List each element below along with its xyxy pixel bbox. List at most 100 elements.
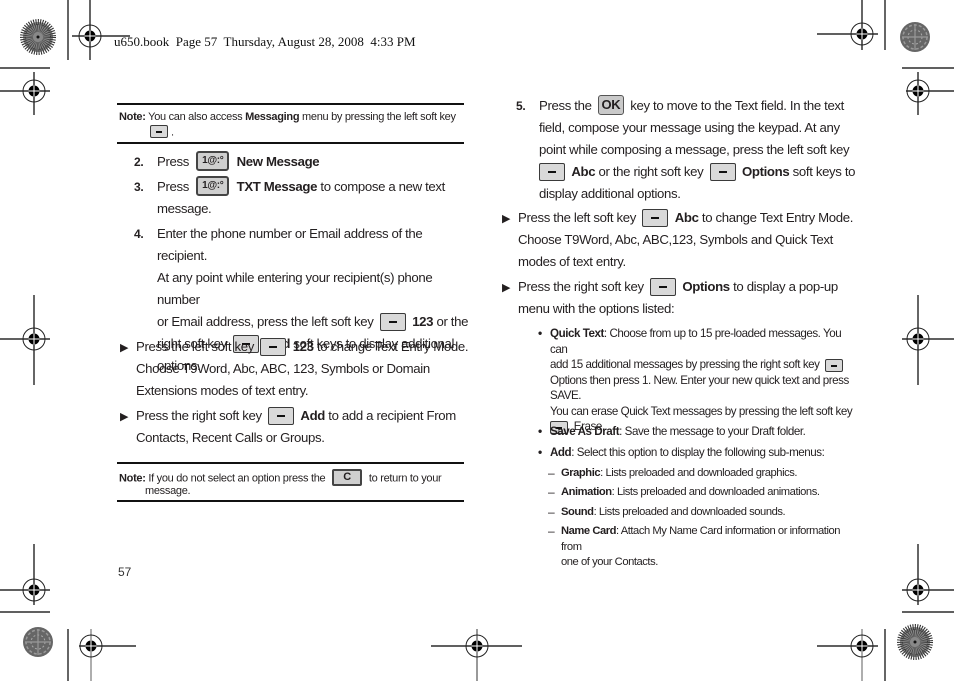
bullet-text: modes of text entry.: [518, 254, 626, 269]
option-add: • Add: Select this option to display the…: [538, 445, 858, 461]
bullet-text: to display a pop-up: [729, 279, 838, 294]
registration-mark-mid-right: [902, 295, 954, 385]
bullet-arrow-icon: ▶: [502, 282, 511, 294]
option-title: Quick Text: [550, 327, 604, 340]
bullet-text: Contacts, Recent Calls or Groups.: [136, 430, 325, 445]
step-text: key to move to the Text field. In the te…: [630, 98, 844, 113]
registration-mark-bottom-center: [431, 629, 522, 681]
option-text: : Save the message to your Draft folder.: [619, 425, 806, 438]
step-text: to compose a new text: [317, 179, 445, 194]
step-number: 4.: [134, 227, 144, 241]
option-title: Save As Draft: [550, 425, 620, 438]
right-soft-key-icon: [825, 359, 844, 373]
ok-key-icon: OK: [597, 94, 624, 115]
bullet-bold: Add: [300, 408, 325, 423]
dash-icon: –: [548, 485, 555, 499]
submenu-title: Name Card: [561, 525, 617, 537]
note-text: to return to your: [368, 472, 442, 485]
left-soft-key-icon: [260, 337, 287, 356]
submenu-text: one of your Contacts.: [561, 556, 658, 568]
step-number: 2.: [134, 155, 144, 169]
submenu-graphic: – Graphic: Lists preloaded and downloade…: [548, 466, 858, 482]
bullet-bold: 123: [292, 339, 314, 354]
bullet-left-soft-key-123: ▶ Press the left soft key 123 to change …: [120, 336, 470, 402]
option-title: Add: [550, 446, 572, 459]
page-slug-header: u650.book Page 57 Thursday, August 28, 2…: [114, 34, 416, 49]
option-text: Options then press 1. New. Enter your ne…: [550, 373, 849, 387]
right-soft-key-icon: [709, 162, 736, 181]
step-text: Enter the phone number or Email address …: [157, 226, 423, 263]
submenu-text: : Lists preloaded and downloaded graphic…: [600, 467, 798, 479]
note-text: menu by pressing the left soft key: [299, 111, 456, 123]
left-soft-key-icon: [539, 162, 565, 181]
submenu-name-card: – Name Card: Attach My Name Card informa…: [548, 524, 858, 571]
submenu-animation: – Animation: Lists preloaded and downloa…: [548, 485, 858, 501]
dash-icon: –: [548, 505, 555, 519]
key-1-icon: 1@:°: [196, 175, 230, 196]
bullet-arrow-icon: ▶: [120, 342, 129, 354]
bullet-text: Press the left soft key: [518, 210, 637, 225]
step-bold-txt-message: TXT Message: [236, 179, 318, 194]
bullet-bold: Abc: [674, 210, 699, 225]
note-text: You can also access: [148, 111, 246, 123]
bullet-dot-icon: •: [538, 326, 542, 340]
page-number: 57: [118, 565, 132, 579]
step-bold-123: 123: [412, 314, 434, 329]
step-text: At any point while entering your recipie…: [157, 270, 433, 307]
step-bold-abc: Abc: [571, 164, 596, 179]
step-text: soft keys to: [789, 164, 856, 179]
step-text: message.: [157, 201, 212, 216]
star-target-bottom-right: [897, 624, 933, 660]
star-target-bottom-left: [23, 627, 53, 657]
bullet-arrow-icon: ▶: [502, 213, 511, 225]
bullet-dot-icon: •: [538, 424, 542, 438]
left-soft-key-icon: [150, 124, 168, 138]
bullet-bold: Options: [682, 279, 730, 294]
step-text: Press: [157, 179, 189, 194]
bullet-text: Choose T9Word, Abc, ABC, 123, Symbols or…: [136, 361, 430, 376]
bullet-text: to change Text Entry Mode.: [698, 210, 854, 225]
step-text: display additional options.: [539, 186, 681, 201]
step-number: 3.: [134, 180, 144, 194]
registration-mark-right-lower: [902, 544, 954, 613]
bullet-text: menu with the options listed:: [518, 301, 675, 316]
key-1-icon: 1@:°: [196, 150, 230, 171]
submenu-text: : Lists preloaded and downloaded sounds.: [593, 506, 786, 518]
step-bold-new-message: New Message: [236, 154, 320, 169]
dash-icon: –: [548, 524, 555, 538]
step-text: Press the: [539, 98, 592, 113]
option-text: SAVE.: [550, 389, 582, 402]
step-3: 3. Press 1@:° TXT Message to compose a n…: [134, 175, 474, 220]
bullet-dot-icon: •: [538, 445, 542, 459]
note-bottom-rule-bottom: [117, 500, 464, 502]
dash-icon: –: [548, 466, 555, 480]
bullet-text: Choose T9Word, Abc, ABC,123, Symbols and…: [518, 232, 833, 247]
note-top-rule-bottom: [117, 142, 464, 144]
bullet-right-soft-key-options: ▶ Press the right soft key Options to di…: [502, 276, 857, 320]
step-text: or the right soft key: [595, 164, 704, 179]
right-soft-key-icon: [650, 277, 677, 296]
submenu-sound: – Sound: Lists preloaded and downloaded …: [548, 505, 858, 521]
submenu-title: Sound: [561, 506, 594, 518]
bullet-text: Extensions modes of text entry.: [136, 383, 309, 398]
note-label: Note:: [119, 111, 146, 123]
bullet-arrow-icon: ▶: [120, 411, 129, 423]
registration-mark-top-left: [72, 0, 130, 60]
step-text: or the: [433, 314, 469, 329]
submenu-title: Animation: [561, 486, 612, 498]
note-bottom-rule: [117, 462, 464, 464]
note-text: If you do not select an option press the: [148, 472, 326, 485]
option-text: : Select this option to display the foll…: [571, 446, 825, 459]
step-text: or Email address, press the left soft ke…: [157, 314, 374, 329]
left-soft-key-icon: [642, 208, 669, 227]
step-5: 5. Press the OK key to move to the Text …: [516, 94, 861, 205]
option-text: You can erase Quick Text messages by pre…: [550, 404, 853, 418]
registration-mark-left-upper: [0, 67, 50, 115]
option-text: add 15 additional messages by pressing t…: [550, 358, 820, 371]
submenu-title: Graphic: [561, 467, 601, 479]
registration-mark-left-lower: [0, 544, 50, 613]
option-quick-text: • Quick Text: Choose from up to 15 pre-l…: [538, 326, 858, 435]
bullet-text: to add a recipient From: [324, 408, 456, 423]
bullet-text: Press the left soft key: [136, 339, 255, 354]
note-bold-messaging: Messaging: [245, 111, 300, 123]
